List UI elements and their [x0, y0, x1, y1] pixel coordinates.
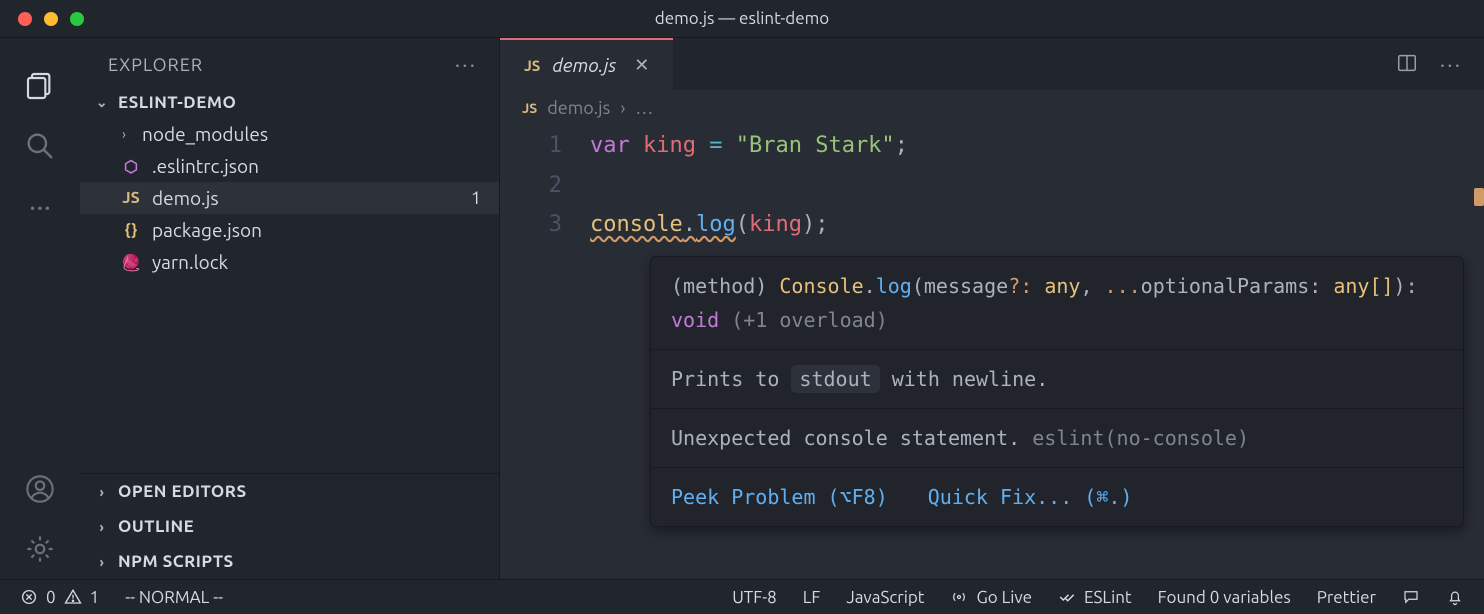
chevron-right-icon: › — [116, 126, 132, 142]
editor-tab-row: JS demo.js ✕ ··· — [500, 38, 1484, 90]
status-bar: 0 1 -- NORMAL -- UTF-8 LF JavaScript Go … — [0, 579, 1484, 614]
quick-fix-link[interactable]: Quick Fix... (⌘.) — [928, 480, 1133, 514]
js-file-icon: JS — [524, 57, 540, 74]
file-tree: › node_modules ⬡ .eslintrc.json JS demo.… — [80, 118, 499, 278]
panel-label: OPEN EDITORS — [118, 482, 247, 501]
close-window-button[interactable] — [18, 12, 32, 26]
status-eslint[interactable]: ESLint — [1058, 588, 1132, 607]
status-feedback-icon[interactable] — [1402, 588, 1420, 606]
hover-problem: Unexpected console statement. eslint(no-… — [651, 409, 1463, 468]
tree-item-label: .eslintrc.json — [152, 155, 259, 177]
code-editor[interactable]: 1var king = "Bran Stark";23console.log(k… — [500, 126, 1484, 579]
line-number: 3 — [500, 205, 590, 245]
status-encoding[interactable]: UTF-8 — [732, 588, 777, 607]
close-tab-icon[interactable]: ✕ — [634, 55, 649, 76]
settings-activity-icon[interactable] — [0, 519, 80, 579]
activity-bar: ··· — [0, 38, 80, 579]
js-file-icon: JS — [120, 189, 142, 207]
chevron-right-icon: › — [94, 554, 110, 570]
explorer-activity-icon[interactable] — [0, 56, 80, 116]
status-problems[interactable]: 0 1 — [20, 588, 99, 607]
editor-more-icon[interactable]: ··· — [1440, 52, 1462, 77]
status-language[interactable]: JavaScript — [846, 588, 924, 607]
accounts-activity-icon[interactable] — [0, 459, 80, 519]
window-controls — [0, 12, 84, 26]
line-number: 1 — [500, 126, 590, 166]
hover-signature: (method) Console.log(message?: any, ...o… — [651, 257, 1463, 350]
chevron-down-icon: ⌄ — [94, 94, 110, 111]
status-go-live[interactable]: Go Live — [950, 588, 1032, 607]
project-name: ESLINT-DEMO — [118, 93, 236, 112]
status-bell-icon[interactable] — [1446, 588, 1464, 606]
tree-file-demo-js[interactable]: JS demo.js 1 — [80, 182, 499, 214]
title-bar: demo.js — eslint-demo — [0, 0, 1484, 38]
tab-filename: demo.js — [552, 54, 616, 76]
status-vim-mode: -- NORMAL -- — [125, 588, 223, 607]
status-eol[interactable]: LF — [803, 588, 821, 607]
json-file-icon: {} — [120, 221, 142, 239]
problem-count-badge: 1 — [471, 188, 481, 208]
tree-file-package-json[interactable]: {} package.json — [80, 214, 499, 246]
hover-tooltip: (method) Console.log(message?: any, ...o… — [650, 256, 1464, 527]
editor-area: JS demo.js ✕ ··· JS demo.js › … 1var kin… — [500, 38, 1484, 579]
code-line[interactable]: 1var king = "Bran Stark"; — [500, 126, 1484, 166]
peek-problem-link[interactable]: Peek Problem (⌥F8) — [671, 480, 888, 514]
code-content[interactable]: var king = "Bran Stark"; — [590, 126, 908, 166]
open-editors-panel-header[interactable]: › OPEN EDITORS — [80, 474, 499, 509]
fullscreen-window-button[interactable] — [70, 12, 84, 26]
breadcrumb-separator: › — [620, 98, 625, 118]
tree-item-label: package.json — [152, 219, 262, 241]
breadcrumb-rest: … — [635, 98, 653, 118]
editor-tab-demo-js[interactable]: JS demo.js ✕ — [500, 38, 673, 90]
chevron-right-icon: › — [94, 484, 110, 500]
window-title: demo.js — eslint-demo — [655, 9, 829, 28]
tree-item-label: demo.js — [152, 187, 219, 209]
error-icon — [20, 588, 38, 606]
more-activity-icon[interactable]: ··· — [0, 176, 80, 236]
panel-label: OUTLINE — [118, 517, 194, 536]
project-root[interactable]: ⌄ ESLINT-DEMO — [80, 87, 499, 118]
explorer-title: EXPLORER — [108, 55, 203, 75]
eslint-file-icon: ⬡ — [120, 157, 142, 176]
double-check-icon — [1058, 588, 1076, 606]
code-content[interactable]: console.log(king); — [590, 205, 828, 245]
warning-marker[interactable] — [1474, 188, 1484, 206]
warning-icon — [64, 588, 82, 606]
editor-actions: ··· — [1396, 38, 1484, 90]
tree-folder-node-modules[interactable]: › node_modules — [80, 118, 499, 150]
broadcast-icon — [950, 588, 968, 606]
yarn-file-icon: 🧶 — [120, 253, 142, 272]
explorer-header: EXPLORER ··· — [80, 38, 499, 87]
tree-item-label: yarn.lock — [152, 251, 228, 273]
explorer-more-icon[interactable]: ··· — [455, 52, 477, 77]
minimize-window-button[interactable] — [44, 12, 58, 26]
explorer-sidebar: EXPLORER ··· ⌄ ESLINT-DEMO › node_module… — [80, 38, 500, 579]
chevron-right-icon: › — [94, 519, 110, 535]
js-file-icon: JS — [522, 100, 537, 116]
tree-file-eslintrc[interactable]: ⬡ .eslintrc.json — [80, 150, 499, 182]
code-line[interactable]: 3console.log(king); — [500, 205, 1484, 245]
npm-scripts-panel-header[interactable]: › NPM SCRIPTS — [80, 544, 499, 579]
breadcrumb-filename: demo.js — [547, 98, 610, 118]
line-number: 2 — [500, 166, 590, 206]
search-activity-icon[interactable] — [0, 116, 80, 176]
tree-item-label: node_modules — [142, 123, 268, 145]
panel-label: NPM SCRIPTS — [118, 552, 234, 571]
tree-file-yarn-lock[interactable]: 🧶 yarn.lock — [80, 246, 499, 278]
status-variables[interactable]: Found 0 variables — [1158, 588, 1291, 607]
status-prettier[interactable]: Prettier — [1317, 588, 1376, 607]
code-line[interactable]: 2 — [500, 166, 1484, 206]
split-editor-icon[interactable] — [1396, 52, 1418, 77]
breadcrumb[interactable]: JS demo.js › … — [500, 90, 1484, 126]
hover-actions: Peek Problem (⌥F8) Quick Fix... (⌘.) — [651, 468, 1463, 526]
outline-panel-header[interactable]: › OUTLINE — [80, 509, 499, 544]
hover-doc: Prints to stdout with newline. — [651, 350, 1463, 409]
